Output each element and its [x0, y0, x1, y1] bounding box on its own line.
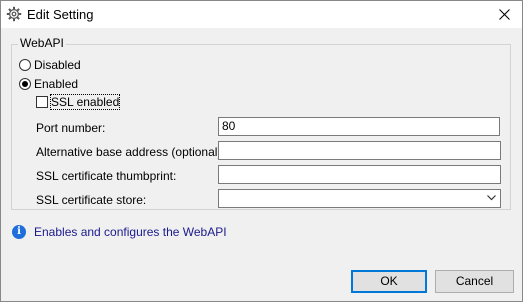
ssl-thumbprint-label: SSL certificate thumbprint: [36, 169, 177, 183]
ok-button[interactable]: OK [351, 270, 427, 293]
info-text: Enables and configures the WebAPI [34, 225, 227, 239]
chevron-down-icon [487, 195, 496, 201]
close-button[interactable] [488, 1, 522, 28]
ssl-store-label: SSL certificate store: [36, 193, 147, 207]
title-bar: Edit Setting [1, 1, 522, 28]
close-icon [499, 9, 510, 20]
info-icon: i [12, 225, 26, 239]
alt-base-address-input[interactable] [218, 141, 501, 160]
cancel-button[interactable]: Cancel [435, 270, 514, 293]
ssl-thumbprint-input[interactable] [218, 165, 501, 184]
enabled-radio-label[interactable]: Enabled [34, 77, 78, 91]
ssl-store-select[interactable] [218, 189, 501, 208]
group-legend: WebAPI [18, 36, 66, 50]
alt-base-address-label: Alternative base address (optional): [36, 145, 225, 159]
disabled-radio-label[interactable]: Disabled [34, 58, 81, 72]
enabled-radio[interactable] [19, 78, 31, 90]
edit-setting-dialog: Edit Setting WebAPI Disabled Enabled SSL… [0, 0, 523, 302]
ssl-enabled-checkbox[interactable] [36, 96, 48, 108]
disabled-radio[interactable] [19, 59, 31, 71]
ssl-enabled-label[interactable]: SSL enabled [49, 94, 121, 110]
window-title: Edit Setting [27, 7, 94, 22]
port-number-label: Port number: [36, 121, 106, 135]
gear-icon [6, 6, 22, 22]
port-number-input[interactable]: 80 [218, 117, 500, 136]
